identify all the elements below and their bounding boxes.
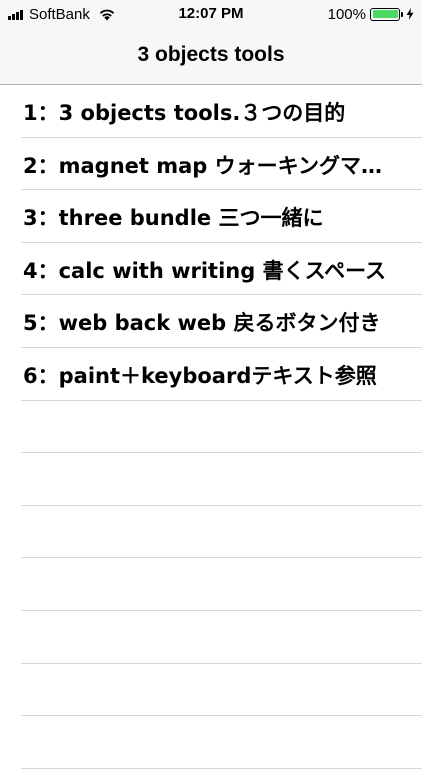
- battery-icon: [370, 7, 400, 21]
- list-item-label: 2：magnet map ウォーキングマップ: [23, 153, 392, 178]
- list-item[interactable]: [0, 401, 422, 454]
- list-item[interactable]: 6：paint＋keyboardテキスト参照: [0, 348, 422, 401]
- charging-bolt-icon: [406, 8, 414, 20]
- list-item[interactable]: [0, 506, 422, 559]
- page-title: 3 objects tools: [137, 43, 285, 66]
- table-list[interactable]: 1：3 objects tools.３つの目的 2：magnet map ウォーキ…: [0, 85, 422, 769]
- list-item[interactable]: [0, 664, 422, 717]
- list-item-label: 6：paint＋keyboardテキスト参照: [23, 363, 377, 388]
- list-item[interactable]: 5：web back web 戻るボタン付き: [0, 295, 422, 348]
- list-item-label: 1：3 objects tools.３つの目的: [23, 101, 346, 125]
- status-bar: SoftBank 12:07 PM 100%: [0, 0, 422, 29]
- list-item[interactable]: 4：calc with writing 書くスペース: [0, 243, 422, 296]
- navigation-bar: 3 objects tools: [0, 29, 422, 85]
- list-item[interactable]: [0, 716, 422, 769]
- list-item[interactable]: [0, 558, 422, 611]
- battery-percent: 100%: [327, 5, 366, 23]
- list-item-label: 4：calc with writing 書くスペース: [23, 258, 387, 283]
- list-item[interactable]: 1：3 objects tools.３つの目的: [0, 85, 422, 138]
- list-item[interactable]: [0, 453, 422, 506]
- list-item[interactable]: [0, 611, 422, 664]
- list-item[interactable]: 3：three bundle 三つ一緒に: [0, 190, 422, 243]
- list-item-label: 5：web back web 戻るボタン付き: [23, 311, 381, 336]
- battery-tip: [401, 11, 403, 17]
- battery-fill: [372, 10, 398, 18]
- status-right: 100%: [328, 5, 414, 23]
- list-item[interactable]: 2：magnet map ウォーキングマップ: [0, 138, 422, 191]
- list-item-label: 3：three bundle 三つ一緒に: [23, 206, 324, 231]
